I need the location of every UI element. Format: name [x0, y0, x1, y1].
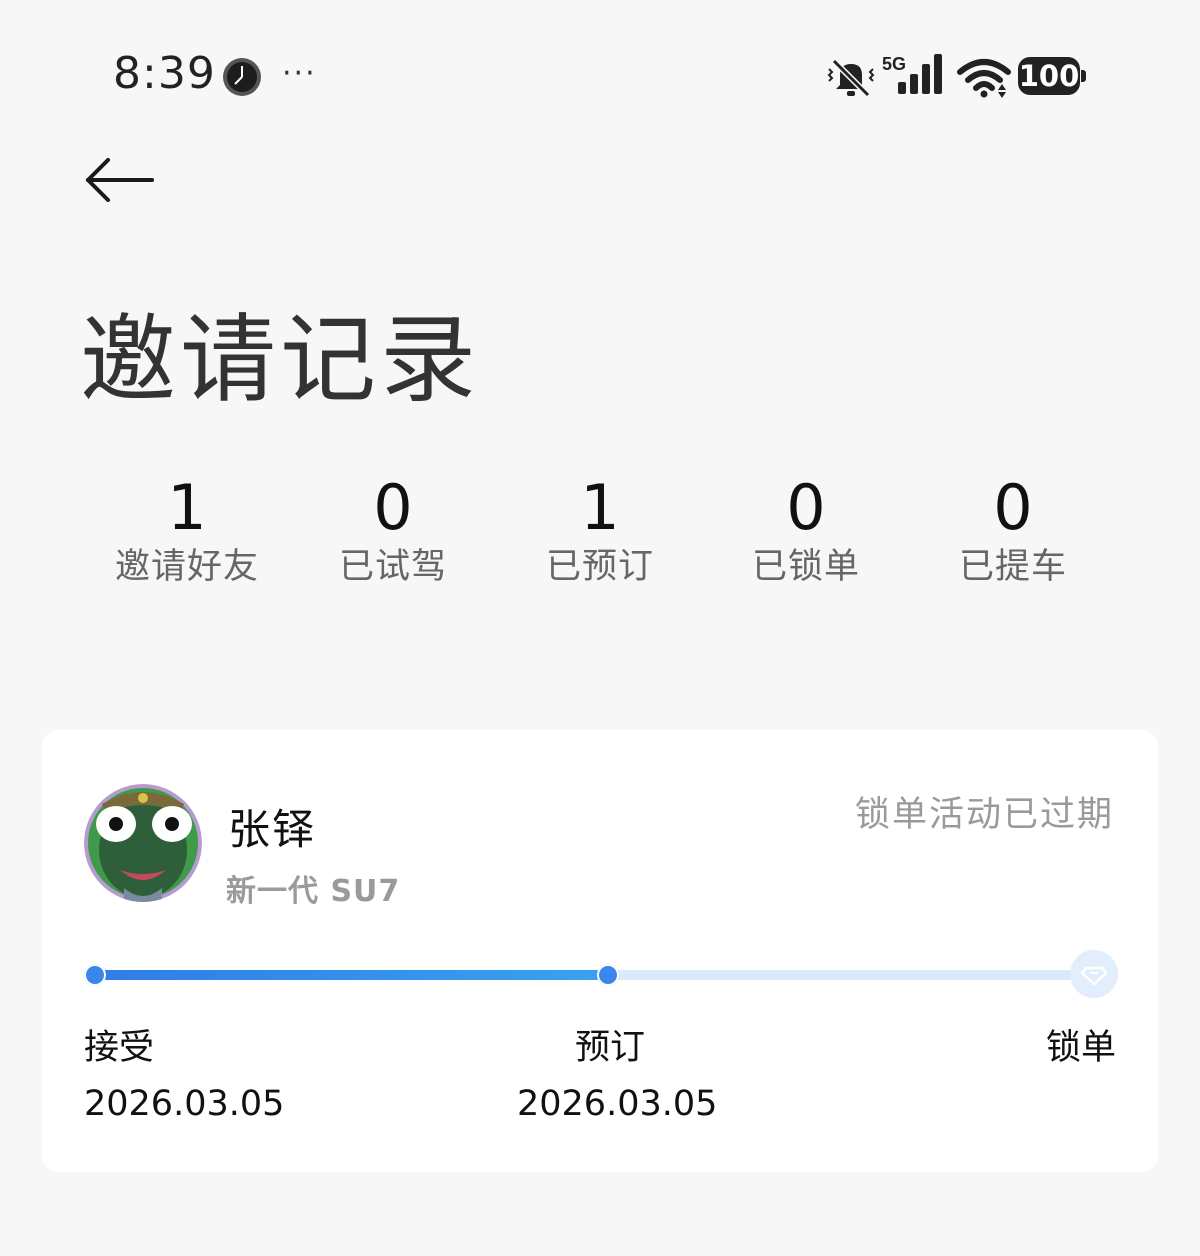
stat-delivered[interactable]: 0 已提车 [910, 470, 1116, 592]
stage-labels: 接受 2026.03.05 预订 2026.03.05 锁单 [84, 1026, 1116, 1136]
stage-node-locked [1070, 950, 1118, 998]
stat-value: 0 [993, 471, 1033, 544]
clock-icon [223, 58, 261, 96]
stage-node-reserved [597, 964, 619, 986]
stage-date: 2026.03.05 [517, 1084, 718, 1124]
stat-value: 1 [580, 471, 620, 544]
signal-icon: 5G [882, 54, 942, 94]
stat-invited-friends[interactable]: 1 邀请好友 [84, 470, 290, 592]
stat-value: 1 [167, 471, 207, 544]
stage-date: 2026.03.05 [84, 1084, 285, 1124]
more-notifications-icon: ··· [282, 56, 317, 91]
stat-label: 已试驾 [338, 547, 447, 587]
stage-name: 锁单 [1045, 1028, 1116, 1068]
progress-timeline [84, 950, 1118, 1000]
diamond-icon [1080, 966, 1108, 986]
stat-reserved[interactable]: 1 已预订 [497, 470, 703, 592]
stage-node-accepted [84, 964, 106, 986]
stat-value: 0 [786, 471, 826, 544]
stat-test-driven[interactable]: 0 已试驾 [290, 470, 496, 592]
arrow-left-icon [86, 158, 154, 202]
stat-locked-order[interactable]: 0 已锁单 [703, 470, 909, 592]
avatar [84, 784, 202, 902]
status-bar: 8:39 ··· 5G 100 [0, 0, 1200, 150]
status-time: 8:39 [113, 48, 216, 99]
stage-accepted: 接受 2026.03.05 [84, 1026, 284, 1126]
stat-label: 已锁单 [751, 547, 860, 587]
page-title: 邀请记录 [80, 304, 480, 416]
stat-label: 已预订 [545, 547, 654, 587]
progress-fill [96, 970, 615, 980]
battery-icon: 100 [1018, 57, 1088, 97]
stat-label: 已提车 [958, 547, 1067, 587]
battery-tip [1081, 70, 1086, 82]
back-button[interactable] [84, 152, 158, 208]
stat-value: 0 [373, 471, 413, 544]
invite-record-card[interactable]: 张铎 新一代 SU7 锁单活动已过期 接受 2026.03.05 预订 2026… [42, 730, 1158, 1172]
mute-icon [827, 58, 875, 98]
stats-row: 1 邀请好友 0 已试驾 1 已预订 0 已锁单 0 已提车 [84, 470, 1118, 620]
stage-name: 预订 [574, 1028, 645, 1068]
battery-level: 100 [1018, 59, 1080, 93]
network-type-label: 5G [882, 54, 906, 74]
friend-car-model: 新一代 SU7 [226, 874, 401, 909]
wifi-icon [957, 59, 1011, 98]
stage-reserved: 预订 2026.03.05 [517, 1026, 718, 1126]
stage-locked: 锁单 [1046, 1026, 1116, 1082]
stat-label: 邀请好友 [114, 547, 259, 587]
status-badge: 锁单活动已过期 [854, 795, 1114, 835]
friend-name: 张铎 [228, 805, 317, 854]
stage-name: 接受 [84, 1028, 155, 1068]
